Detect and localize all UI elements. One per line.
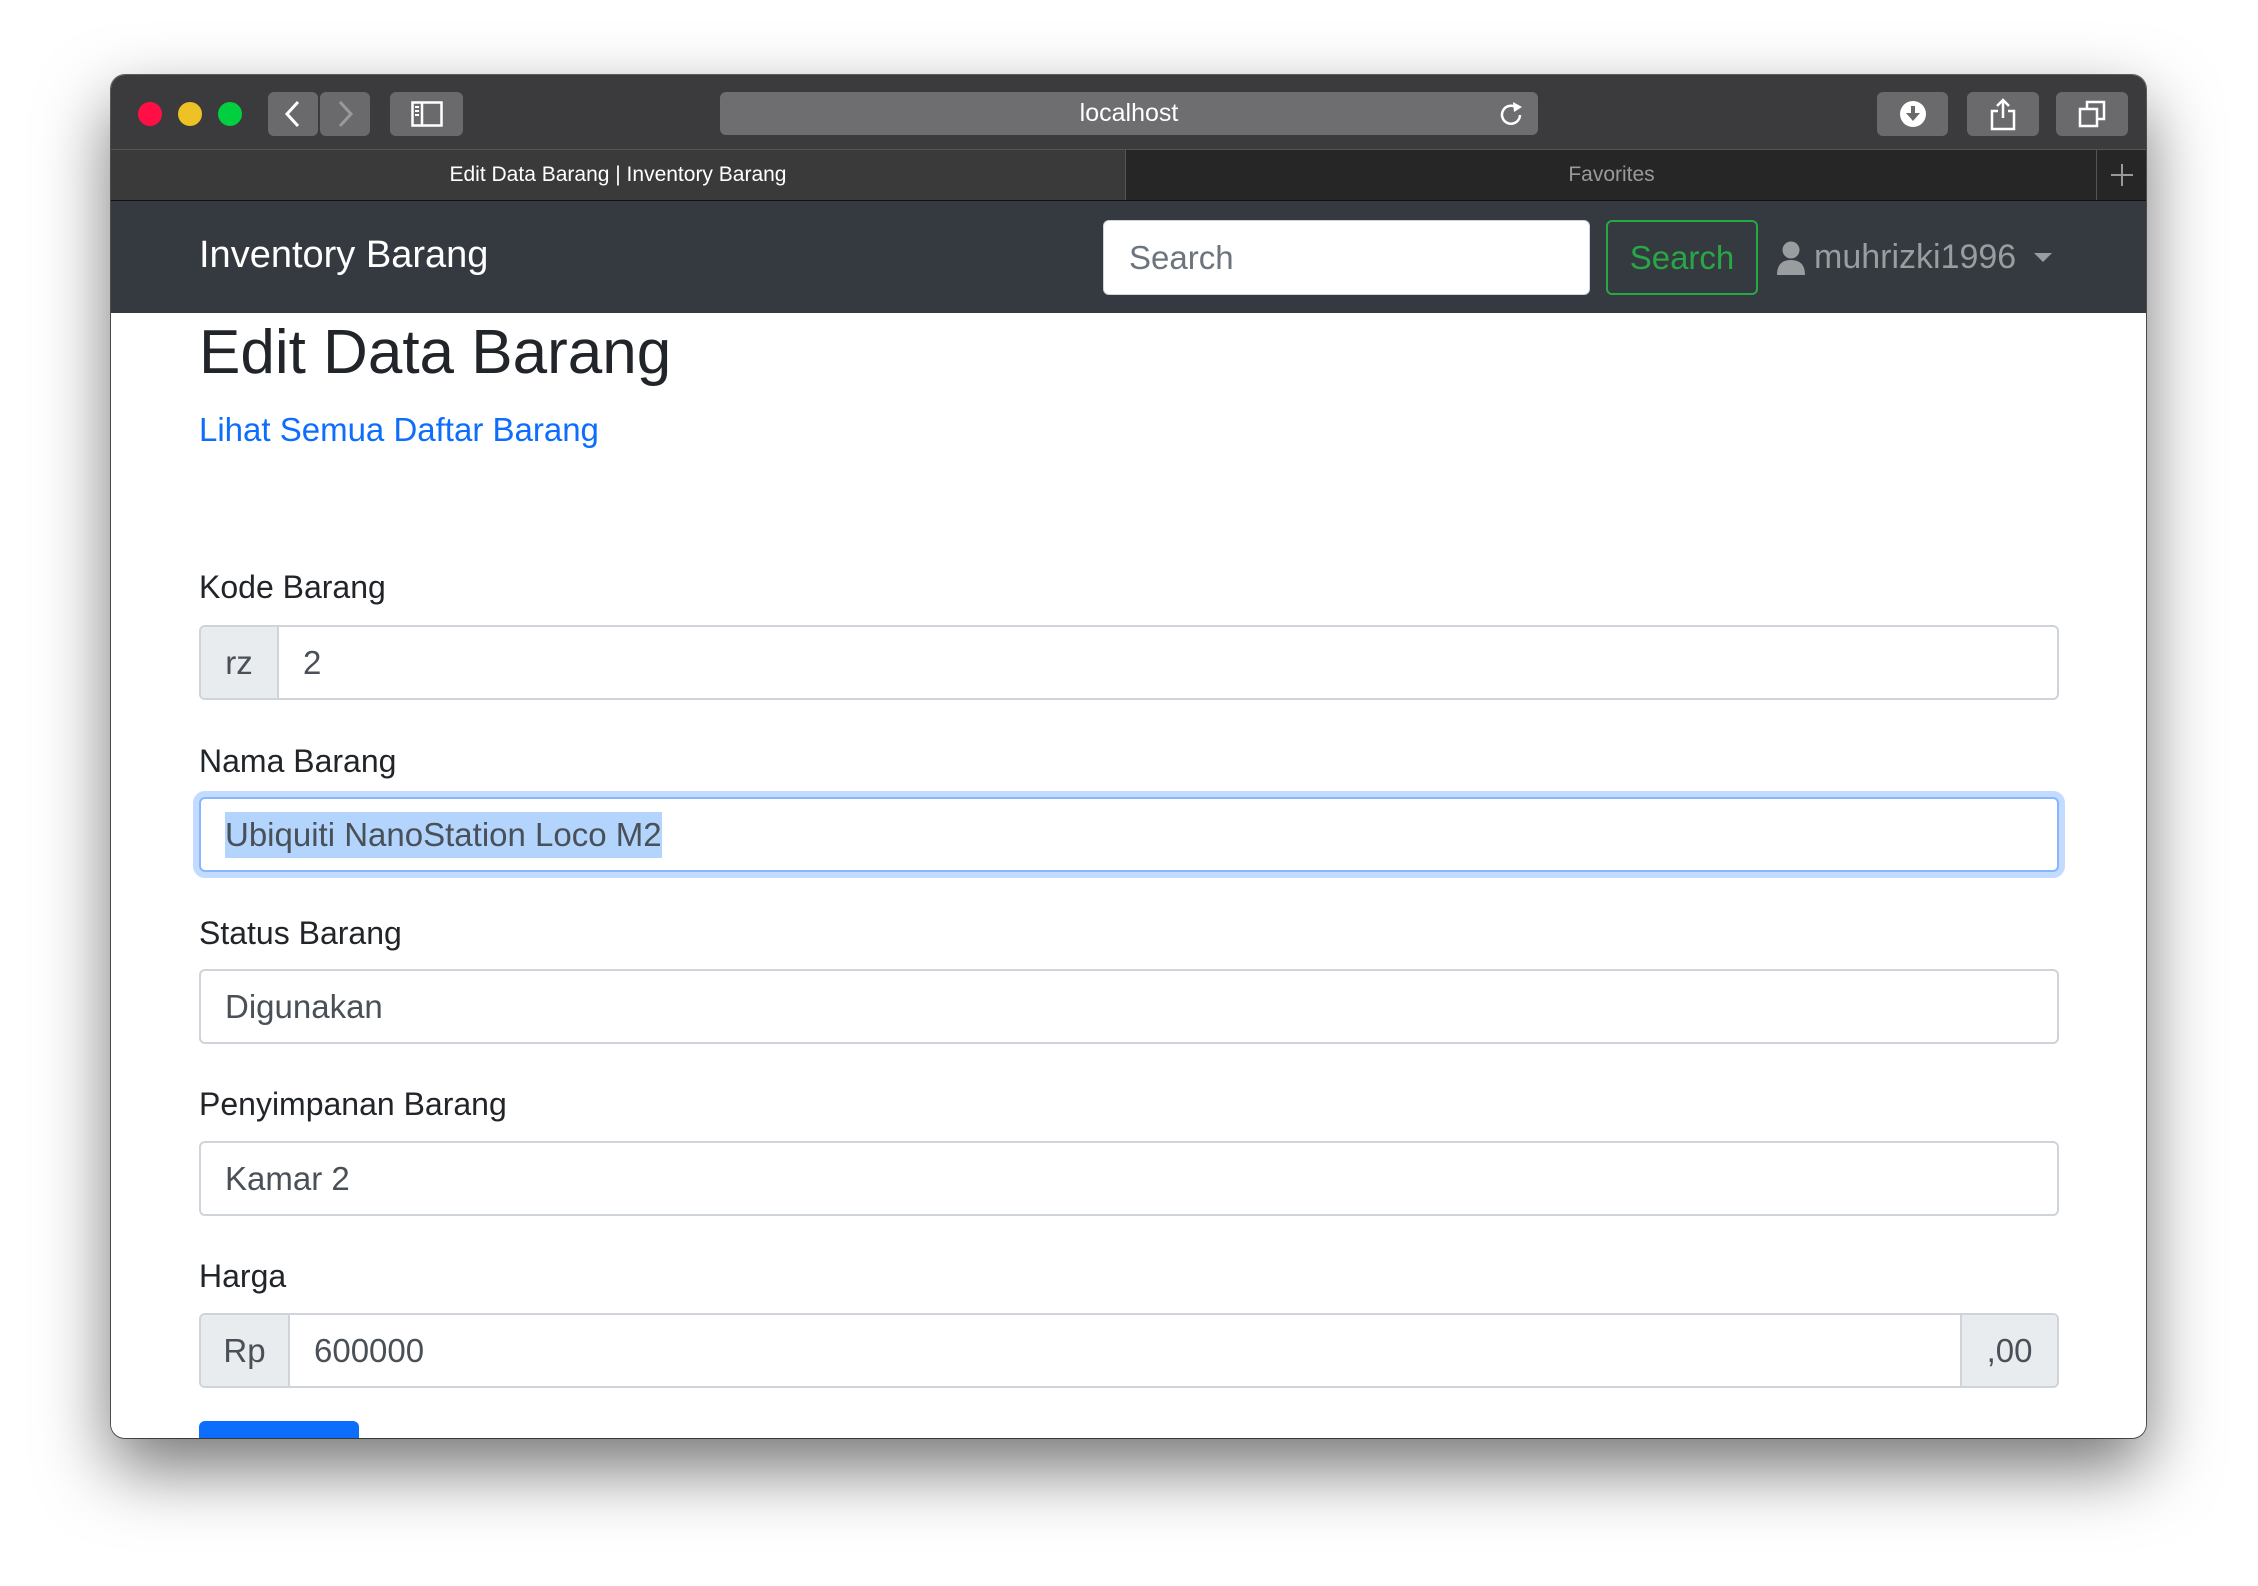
penyimpanan-barang-group bbox=[199, 1141, 2059, 1216]
tab-favorites[interactable]: Favorites bbox=[1127, 150, 2097, 200]
search-input[interactable] bbox=[1103, 220, 1590, 295]
sidebar-icon bbox=[410, 101, 443, 127]
share-button[interactable] bbox=[1967, 92, 2039, 136]
url-text: localhost bbox=[1079, 99, 1179, 127]
back-button[interactable] bbox=[268, 92, 318, 136]
status-barang-label: Status Barang bbox=[199, 915, 402, 951]
maximize-window-button[interactable] bbox=[218, 102, 242, 126]
browser-window: localhost Edit Data Barang | Inventory B… bbox=[111, 75, 2146, 1438]
harga-group: Rp ,00 bbox=[199, 1313, 2059, 1388]
brand-link[interactable]: Inventory Barang bbox=[199, 231, 488, 279]
kode-barang-input[interactable] bbox=[279, 627, 2057, 698]
download-icon bbox=[1899, 101, 1926, 127]
tab-edit-data-barang[interactable]: Edit Data Barang | Inventory Barang bbox=[111, 150, 1126, 200]
tab-bar: Edit Data Barang | Inventory Barang Favo… bbox=[111, 150, 2146, 201]
share-icon bbox=[1990, 98, 2016, 131]
downloads-button[interactable] bbox=[1877, 92, 1948, 136]
address-bar[interactable]: localhost bbox=[720, 92, 1538, 135]
view-all-items-link[interactable]: Lihat Semua Daftar Barang bbox=[199, 411, 599, 449]
chevron-right-icon bbox=[338, 100, 354, 128]
harga-suffix: ,00 bbox=[1960, 1315, 2057, 1386]
nama-barang-input[interactable]: Ubiquiti NanoStation Loco M2 bbox=[199, 797, 2059, 872]
chevron-left-icon bbox=[284, 100, 300, 128]
forward-button[interactable] bbox=[320, 92, 370, 136]
caret-down-icon bbox=[2034, 253, 2053, 262]
reload-icon[interactable] bbox=[1498, 100, 1524, 128]
browser-toolbar: localhost bbox=[111, 75, 2146, 150]
status-barang-group bbox=[199, 969, 2059, 1044]
user-dropdown[interactable]: muhrizki1996 bbox=[1776, 220, 2053, 295]
search-button[interactable]: Search bbox=[1606, 220, 1758, 295]
penyimpanan-barang-label: Penyimpanan Barang bbox=[199, 1086, 507, 1122]
close-window-button[interactable] bbox=[138, 102, 162, 126]
status-barang-input[interactable] bbox=[201, 971, 2057, 1042]
main-content: Edit Data Barang Lihat Semua Daftar Bara… bbox=[111, 313, 2146, 1438]
kode-prefix: rz bbox=[201, 627, 279, 698]
kode-barang-label: Kode Barang bbox=[199, 569, 386, 605]
app-navbar: Inventory Barang Search muhrizki1996 bbox=[111, 201, 2146, 313]
minimize-window-button[interactable] bbox=[178, 102, 202, 126]
user-icon bbox=[1777, 241, 1805, 275]
harga-label: Harga bbox=[199, 1258, 287, 1294]
page-title: Edit Data Barang bbox=[199, 318, 672, 387]
sidebar-toggle-button[interactable] bbox=[390, 92, 463, 136]
harga-input[interactable] bbox=[290, 1315, 1960, 1386]
tabs-overview-button[interactable] bbox=[2056, 92, 2128, 136]
nama-barang-value: Ubiquiti NanoStation Loco M2 bbox=[225, 811, 662, 858]
tabs-overview-icon bbox=[2078, 100, 2106, 128]
save-button[interactable]: Simpan bbox=[199, 1421, 359, 1438]
kode-barang-group: rz bbox=[199, 625, 2059, 700]
penyimpanan-barang-input[interactable] bbox=[201, 1143, 2057, 1214]
harga-prefix: Rp bbox=[201, 1315, 290, 1386]
plus-icon bbox=[2111, 164, 2133, 186]
new-tab-button[interactable] bbox=[2098, 150, 2146, 200]
username: muhrizki1996 bbox=[1814, 238, 2017, 276]
nama-barang-label: Nama Barang bbox=[199, 743, 397, 779]
